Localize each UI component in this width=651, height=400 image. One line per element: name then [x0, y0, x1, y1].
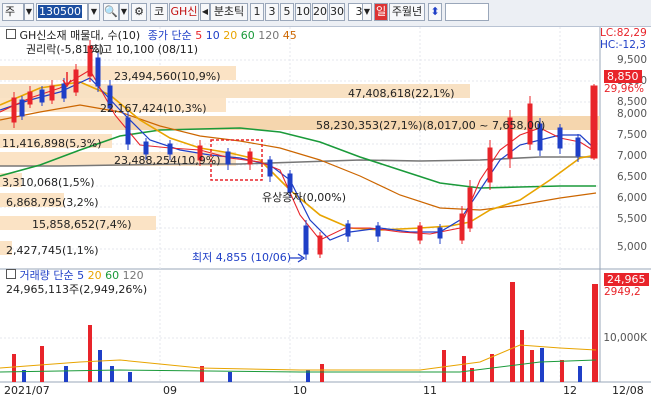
price-tick: 9,500 [616, 54, 647, 66]
volume-legend-box-icon [6, 269, 16, 279]
chart-svg [0, 27, 651, 400]
profile-label: 15,858,652(7,4%) [32, 218, 132, 231]
low-annotation: 최저 4,855 (10/06) [192, 251, 292, 264]
volume-bars [0, 282, 598, 382]
legend-ma120: 120 [258, 29, 280, 42]
week-month-year-button[interactable]: 주월년 [389, 3, 425, 21]
period-10-label: 10 [296, 5, 310, 18]
profile-label: 3,310,068(1,5%) [2, 176, 95, 189]
profile-label: 22,167,424(10,3%) [100, 102, 207, 115]
market-select[interactable]: 주 [2, 3, 24, 21]
period-3-button[interactable]: 3 [265, 3, 279, 21]
period-5-label: 5 [283, 5, 291, 18]
period-10-button[interactable]: 10 [295, 3, 311, 21]
market-label: 주 [5, 5, 16, 18]
search-icon[interactable]: 🔍 [103, 3, 119, 21]
volume-ma20: 20 [87, 269, 102, 282]
period-type-label: 분초틱 [213, 5, 245, 18]
price-tick: 7,000 [616, 150, 647, 162]
legend-title: GH신소재 매물대, 수(10) [19, 29, 141, 42]
volume-ma5: 5 [77, 269, 85, 282]
day-label: 일 [375, 5, 387, 18]
price-tick: 8,500 [616, 96, 647, 108]
period-1-button[interactable]: 1 [250, 3, 264, 21]
period-type-button[interactable]: 분초틱 [210, 3, 248, 21]
stock-code-input[interactable]: 130500 [36, 3, 88, 21]
scroll-updown-icon[interactable]: ⬍ [428, 3, 442, 21]
volume-legend: 거래량 단순 5 20 60 120 [6, 269, 144, 282]
legend-ma45: 45 [282, 29, 297, 42]
profile-label: 2,427,745(1,1%) [6, 244, 99, 257]
legend-ma-prefix: 종가 단순 [147, 29, 192, 42]
date-tick: 2021/07 [4, 384, 50, 397]
current-price-badge: 8,850 [604, 70, 642, 83]
code-dropdown-icon[interactable]: ▼ [88, 3, 100, 21]
volume-pct-label: 2949,2 [604, 286, 641, 298]
legend-ma10: 10 [205, 29, 220, 42]
period-1-label: 1 [253, 5, 261, 18]
high-annotation: 최고 10,100 (08/11) [92, 43, 199, 56]
legend-ma5: 5 [195, 29, 203, 42]
date-tick: 12/08 [612, 384, 644, 397]
extra-input[interactable] [445, 3, 489, 21]
date-tick: 10 [293, 384, 307, 397]
search-dropdown-icon[interactable]: ▼ [119, 3, 129, 21]
volume-ma-prefix: 단순 [53, 269, 74, 282]
chart-area[interactable]: GH신소재 매물대, 수(10) 종가 단순 5 10 20 60 120 45… [0, 27, 651, 400]
period-20-label: 20 [313, 5, 327, 18]
pct-label: 29,96% [604, 83, 645, 95]
compare-button[interactable]: 코 [150, 3, 168, 21]
price-tick: 5,000 [616, 241, 647, 253]
period-prev-icon[interactable]: ◀ [200, 3, 210, 21]
price-tick: 5,500 [616, 213, 647, 225]
volume-ma120: 120 [122, 269, 144, 282]
hc-label: HC:-12,3 [600, 39, 646, 51]
period-30-button[interactable]: 30 [329, 3, 345, 21]
stock-code-value: 130500 [38, 5, 82, 18]
volume-current-badge: 24,965 [604, 273, 649, 286]
date-tick: 11 [423, 384, 437, 397]
profile-label: 23,494,560(10,9%) [114, 70, 221, 83]
volume-value: 24,965,113주(2,949,26%) [6, 283, 148, 296]
profile-label: 58,230,353(27,1%)(8,017,00 ~ 7,658,00) [316, 119, 546, 132]
gear-icon[interactable]: ⚙ [131, 3, 147, 21]
week-month-year-label: 주월년 [391, 5, 423, 18]
date-tick: 12 [563, 384, 577, 397]
period-5-button[interactable]: 5 [280, 3, 294, 21]
volume-ma60: 60 [105, 269, 120, 282]
day-button[interactable]: 일 [374, 3, 388, 21]
stock-name-field[interactable]: GH신 [169, 3, 199, 21]
legend-ma60: 60 [240, 29, 255, 42]
chart-legend: GH신소재 매물대, 수(10) 종가 단순 5 10 20 60 120 45 [6, 29, 297, 42]
legend-ma20: 20 [223, 29, 238, 42]
date-tick: 09 [163, 384, 177, 397]
period-3-label: 3 [268, 5, 276, 18]
profile-label: 6,868,795(3,2%) [6, 196, 99, 209]
price-tick: 6,500 [616, 171, 647, 183]
stock-name: GH신 [170, 5, 198, 18]
period-count-dropdown-icon[interactable]: ▼ [362, 3, 372, 21]
volume-legend-title: 거래량 [19, 269, 50, 282]
compare-label: 코 [153, 5, 165, 18]
profile-label: 47,408,618(22,1%) [348, 87, 455, 100]
market-dropdown-icon[interactable]: ▼ [24, 3, 34, 21]
capital-annotation: 유상증자(0,00%) [262, 191, 347, 204]
volume-tick: 10,000K [603, 332, 647, 344]
price-tick: 6,000 [616, 192, 647, 204]
price-tick: 7,500 [616, 129, 647, 141]
profile-label: 23,488,254(10,9%) [114, 154, 221, 167]
profile-label: 11,416,898(5,3%) [2, 137, 102, 150]
legend-box-icon [6, 29, 16, 39]
price-tick: 8,000 [616, 108, 647, 120]
period-20-button[interactable]: 20 [312, 3, 328, 21]
toolbar: 주 ▼ 130500 ▼ 🔍 ▼ ⚙ 코 GH신 ◀ 분초틱 1 3 5 10 … [0, 0, 651, 27]
period-30-label: 30 [330, 5, 344, 18]
